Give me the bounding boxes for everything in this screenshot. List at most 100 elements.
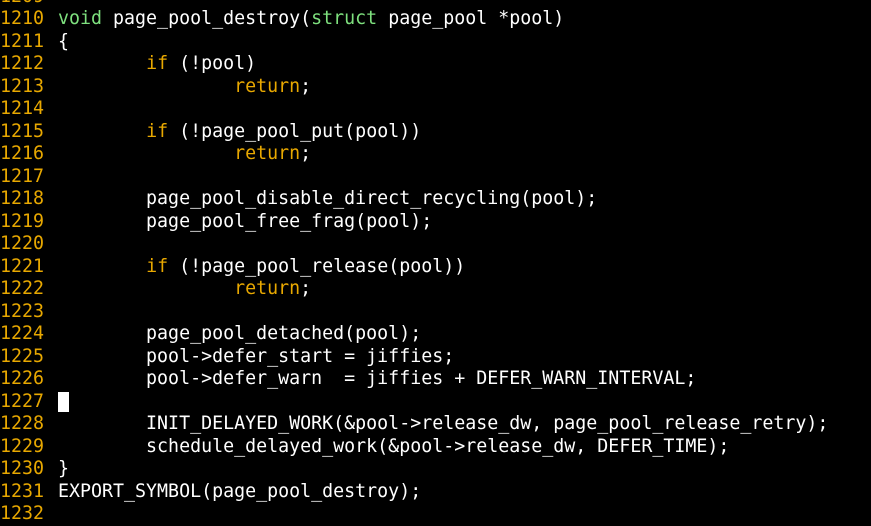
line-code: schedule_delayed_work(&pool->release_dw,… <box>58 436 729 459</box>
code-line[interactable]: 1226 pool->defer_warn = jiffies + DEFER_… <box>0 368 871 391</box>
line-number: 1223 <box>0 300 45 322</box>
code-line[interactable]: 1213 return; <box>0 76 871 99</box>
code-line[interactable]: 1229 schedule_delayed_work(&pool->releas… <box>0 436 871 459</box>
code-line[interactable]: 1219 page_pool_free_frag(pool); <box>0 211 871 234</box>
line-number: 1220 <box>0 233 45 254</box>
code-text: page_pool_disable_direct_recycling(pool)… <box>58 188 598 209</box>
code-text: } <box>58 458 70 479</box>
code-line[interactable]: 1216 return; <box>0 143 871 166</box>
code-line[interactable]: 1224 page_pool_detached(pool); <box>0 323 871 346</box>
line-number: 1225 <box>0 345 45 367</box>
line-number: 1231 <box>0 480 45 502</box>
line-number: 1227 <box>0 390 45 412</box>
code-line[interactable]: 1220 <box>0 233 871 256</box>
code-line[interactable]: 1218 page_pool_disable_direct_recycling(… <box>0 188 871 211</box>
line-code: pool->defer_warn = jiffies + DEFER_WARN_… <box>58 368 696 391</box>
code-keyword: if <box>146 120 169 142</box>
line-code: } <box>58 458 69 481</box>
code-line[interactable]: 1228 INIT_DELAYED_WORK(&pool->release_dw… <box>0 413 871 436</box>
line-number: 1214 <box>0 98 45 119</box>
code-text: page_pool_destroy( <box>102 8 312 29</box>
code-keyword: return <box>234 143 301 164</box>
code-keyword: if <box>146 53 169 74</box>
line-number: 1219 <box>0 210 45 232</box>
line-code: { <box>58 31 69 54</box>
code-line[interactable]: 1231 EXPORT_SYMBOL(page_pool_destroy); <box>0 481 871 504</box>
line-number: 1216 <box>0 143 45 164</box>
code-keyword: void <box>58 8 103 29</box>
code-keyword: struct <box>311 8 378 29</box>
line-number: 1212 <box>0 53 45 74</box>
line-number: 1226 <box>0 368 45 389</box>
code-line[interactable]: 1223 <box>0 301 871 324</box>
code-text: pool->defer_warn = jiffies + DEFER_WARN_… <box>58 368 697 389</box>
code-text: (!page_pool_release(pool)) <box>168 255 466 277</box>
code-text: ; <box>300 143 312 164</box>
code-line[interactable]: 1222 return; <box>0 278 871 301</box>
code-line[interactable]: 1221 if (!page_pool_release(pool)) <box>0 256 871 279</box>
line-code: if (!pool) <box>58 53 256 76</box>
line-number: 1213 <box>0 75 45 97</box>
code-text: ; <box>300 278 312 299</box>
line-code: void page_pool_destroy(struct page_pool … <box>58 8 564 31</box>
code-text: pool->defer_start = jiffies; <box>58 345 455 367</box>
code-keyword: return <box>234 278 301 299</box>
line-number: 1224 <box>0 323 45 344</box>
line-code: pool->defer_start = jiffies; <box>58 346 454 369</box>
line-number: 1222 <box>0 278 45 299</box>
line-code: return; <box>58 76 311 99</box>
code-text: page_pool_free_frag(pool); <box>58 210 433 232</box>
line-code: EXPORT_SYMBOL(page_pool_destroy); <box>58 481 421 504</box>
line-code: return; <box>58 143 311 166</box>
code-text: ; <box>300 75 312 97</box>
line-code: if (!page_pool_release(pool)) <box>58 256 465 279</box>
code-text: page_pool_detached(pool); <box>58 323 422 344</box>
code-line[interactable]: 1211 { <box>0 31 871 54</box>
code-text: INIT_DELAYED_WORK(&pool->release_dw, pag… <box>58 413 829 434</box>
code-line[interactable]: 1212 if (!pool) <box>0 53 871 76</box>
code-text: EXPORT_SYMBOL(page_pool_destroy); <box>58 480 422 502</box>
line-number: 1228 <box>0 413 45 434</box>
code-text: { <box>58 30 70 52</box>
code-line[interactable]: 1215 if (!page_pool_put(pool)) <box>0 121 871 144</box>
code-keyword: if <box>146 255 169 277</box>
line-code: page_pool_free_frag(pool); <box>58 211 432 234</box>
line-code: page_pool_detached(pool); <box>58 323 421 346</box>
code-text: page_pool *pool) <box>377 8 565 29</box>
line-number: 1210 <box>0 8 45 29</box>
line-number: 1218 <box>0 188 45 209</box>
line-code: page_pool_disable_direct_recycling(pool)… <box>58 188 597 211</box>
line-code: INIT_DELAYED_WORK(&pool->release_dw, pag… <box>58 413 828 436</box>
line-code: if (!page_pool_put(pool)) <box>58 121 421 144</box>
code-line[interactable]: 1232 <box>0 503 871 526</box>
code-line[interactable]: 1230} <box>0 458 871 481</box>
line-number: 1229 <box>0 435 45 457</box>
line-number: 1217 <box>0 165 45 187</box>
code-text: (!pool) <box>168 53 257 74</box>
code-line[interactable]: 1217 <box>0 166 871 189</box>
line-number: 1215 <box>0 120 45 142</box>
code-line[interactable]: 1225 pool->defer_start = jiffies; <box>0 346 871 369</box>
code-line[interactable]: 1210 void page_pool_destroy(struct page_p… <box>0 8 871 31</box>
line-number: 1211 <box>0 30 45 52</box>
line-code: return; <box>58 278 311 301</box>
line-number: 1221 <box>0 255 45 277</box>
code-line[interactable]: 1209 <box>0 0 871 8</box>
code-text: schedule_delayed_work(&pool->release_dw,… <box>58 435 730 457</box>
line-number: 1232 <box>0 503 45 524</box>
text-cursor <box>58 391 69 412</box>
code-line[interactable]: 1227 <box>0 391 871 414</box>
line-number: 1230 <box>0 458 45 479</box>
line-code <box>58 391 69 414</box>
code-keyword: return <box>234 75 301 97</box>
code-line[interactable]: 1214 <box>0 98 871 121</box>
code-editor[interactable]: 12091210 void page_pool_destroy(struct pa… <box>0 0 871 526</box>
line-number: 1209 <box>0 0 58 8</box>
code-text: (!page_pool_put(pool)) <box>168 120 422 142</box>
